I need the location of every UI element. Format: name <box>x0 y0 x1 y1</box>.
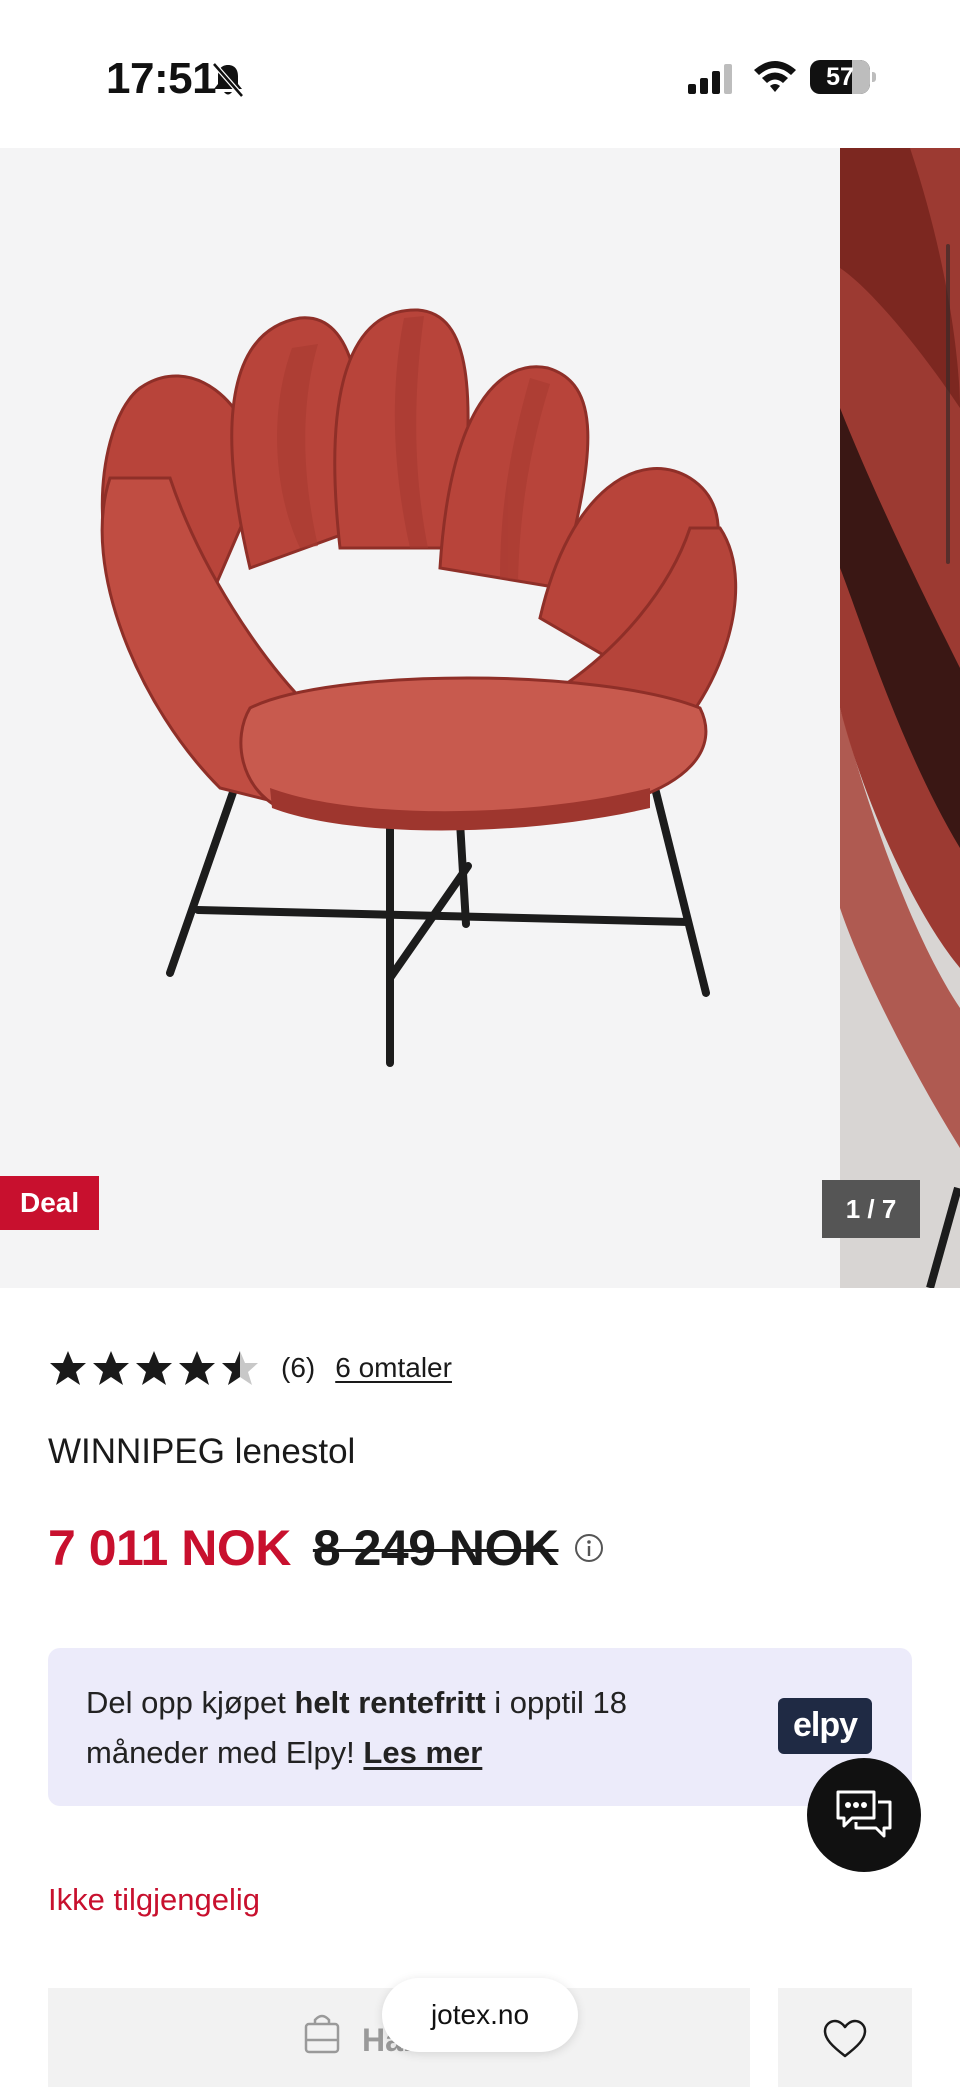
rating-row: (6) 6 omtaler <box>48 1346 452 1390</box>
rating-count: (6) <box>281 1352 316 1383</box>
product-title: WINNIPEG lenestol <box>48 1432 356 1471</box>
wifi-icon <box>754 61 796 92</box>
star-half-icon <box>222 1351 258 1385</box>
current-price: 7 011 NOK <box>48 1520 291 1576</box>
product-image-gallery[interactable]: Deal 1 / 7 <box>0 148 960 1288</box>
star-rating <box>48 1348 263 1388</box>
chat-bubbles-icon <box>836 1790 892 1838</box>
armchair-illustration <box>100 308 738 1067</box>
wishlist-button[interactable] <box>778 1988 912 2087</box>
elpy-logo: elpy <box>778 1698 872 1754</box>
gallery-scroll-indicator <box>946 244 950 564</box>
battery-level: 57 <box>826 63 854 91</box>
original-price: 8 249 NOK <box>312 1520 559 1576</box>
star-full-icon <box>93 1351 129 1385</box>
signal-icon <box>688 64 732 94</box>
product-image[interactable] <box>0 148 840 1288</box>
elpy-read-more-link[interactable]: Les mer <box>363 1735 482 1770</box>
image-counter: 1 / 7 <box>822 1180 920 1238</box>
star-full-icon <box>136 1351 172 1385</box>
star-full-icon <box>50 1351 86 1385</box>
chat-button[interactable] <box>807 1758 921 1872</box>
price-row: 7 011 NOK 8 249 NOK <box>48 1516 605 1580</box>
deal-badge: Deal <box>0 1176 100 1230</box>
availability-status: Ikke tilgjengelig <box>48 1882 260 1917</box>
star-full-icon <box>179 1351 215 1385</box>
reviews-link[interactable]: 6 omtaler <box>335 1352 452 1384</box>
next-product-image[interactable] <box>840 148 960 1288</box>
armchair-closeup-illustration <box>840 148 960 1288</box>
bell-off-icon <box>212 62 244 98</box>
status-bar: 17:51 57 <box>0 0 960 148</box>
battery-icon: 57 <box>810 60 876 96</box>
status-time: 17:51 <box>106 54 217 103</box>
shopping-bag-icon <box>304 2014 340 2054</box>
browser-url-pill[interactable]: jotex.no <box>382 1978 578 2052</box>
elpy-financing-banner: Del opp kjøpet helt rentefritt i opptil … <box>48 1648 912 1806</box>
elpy-financing-text: Del opp kjøpet helt rentefritt i opptil … <box>86 1685 628 1770</box>
info-icon[interactable] <box>573 1532 605 1564</box>
heart-icon <box>823 2019 867 2058</box>
